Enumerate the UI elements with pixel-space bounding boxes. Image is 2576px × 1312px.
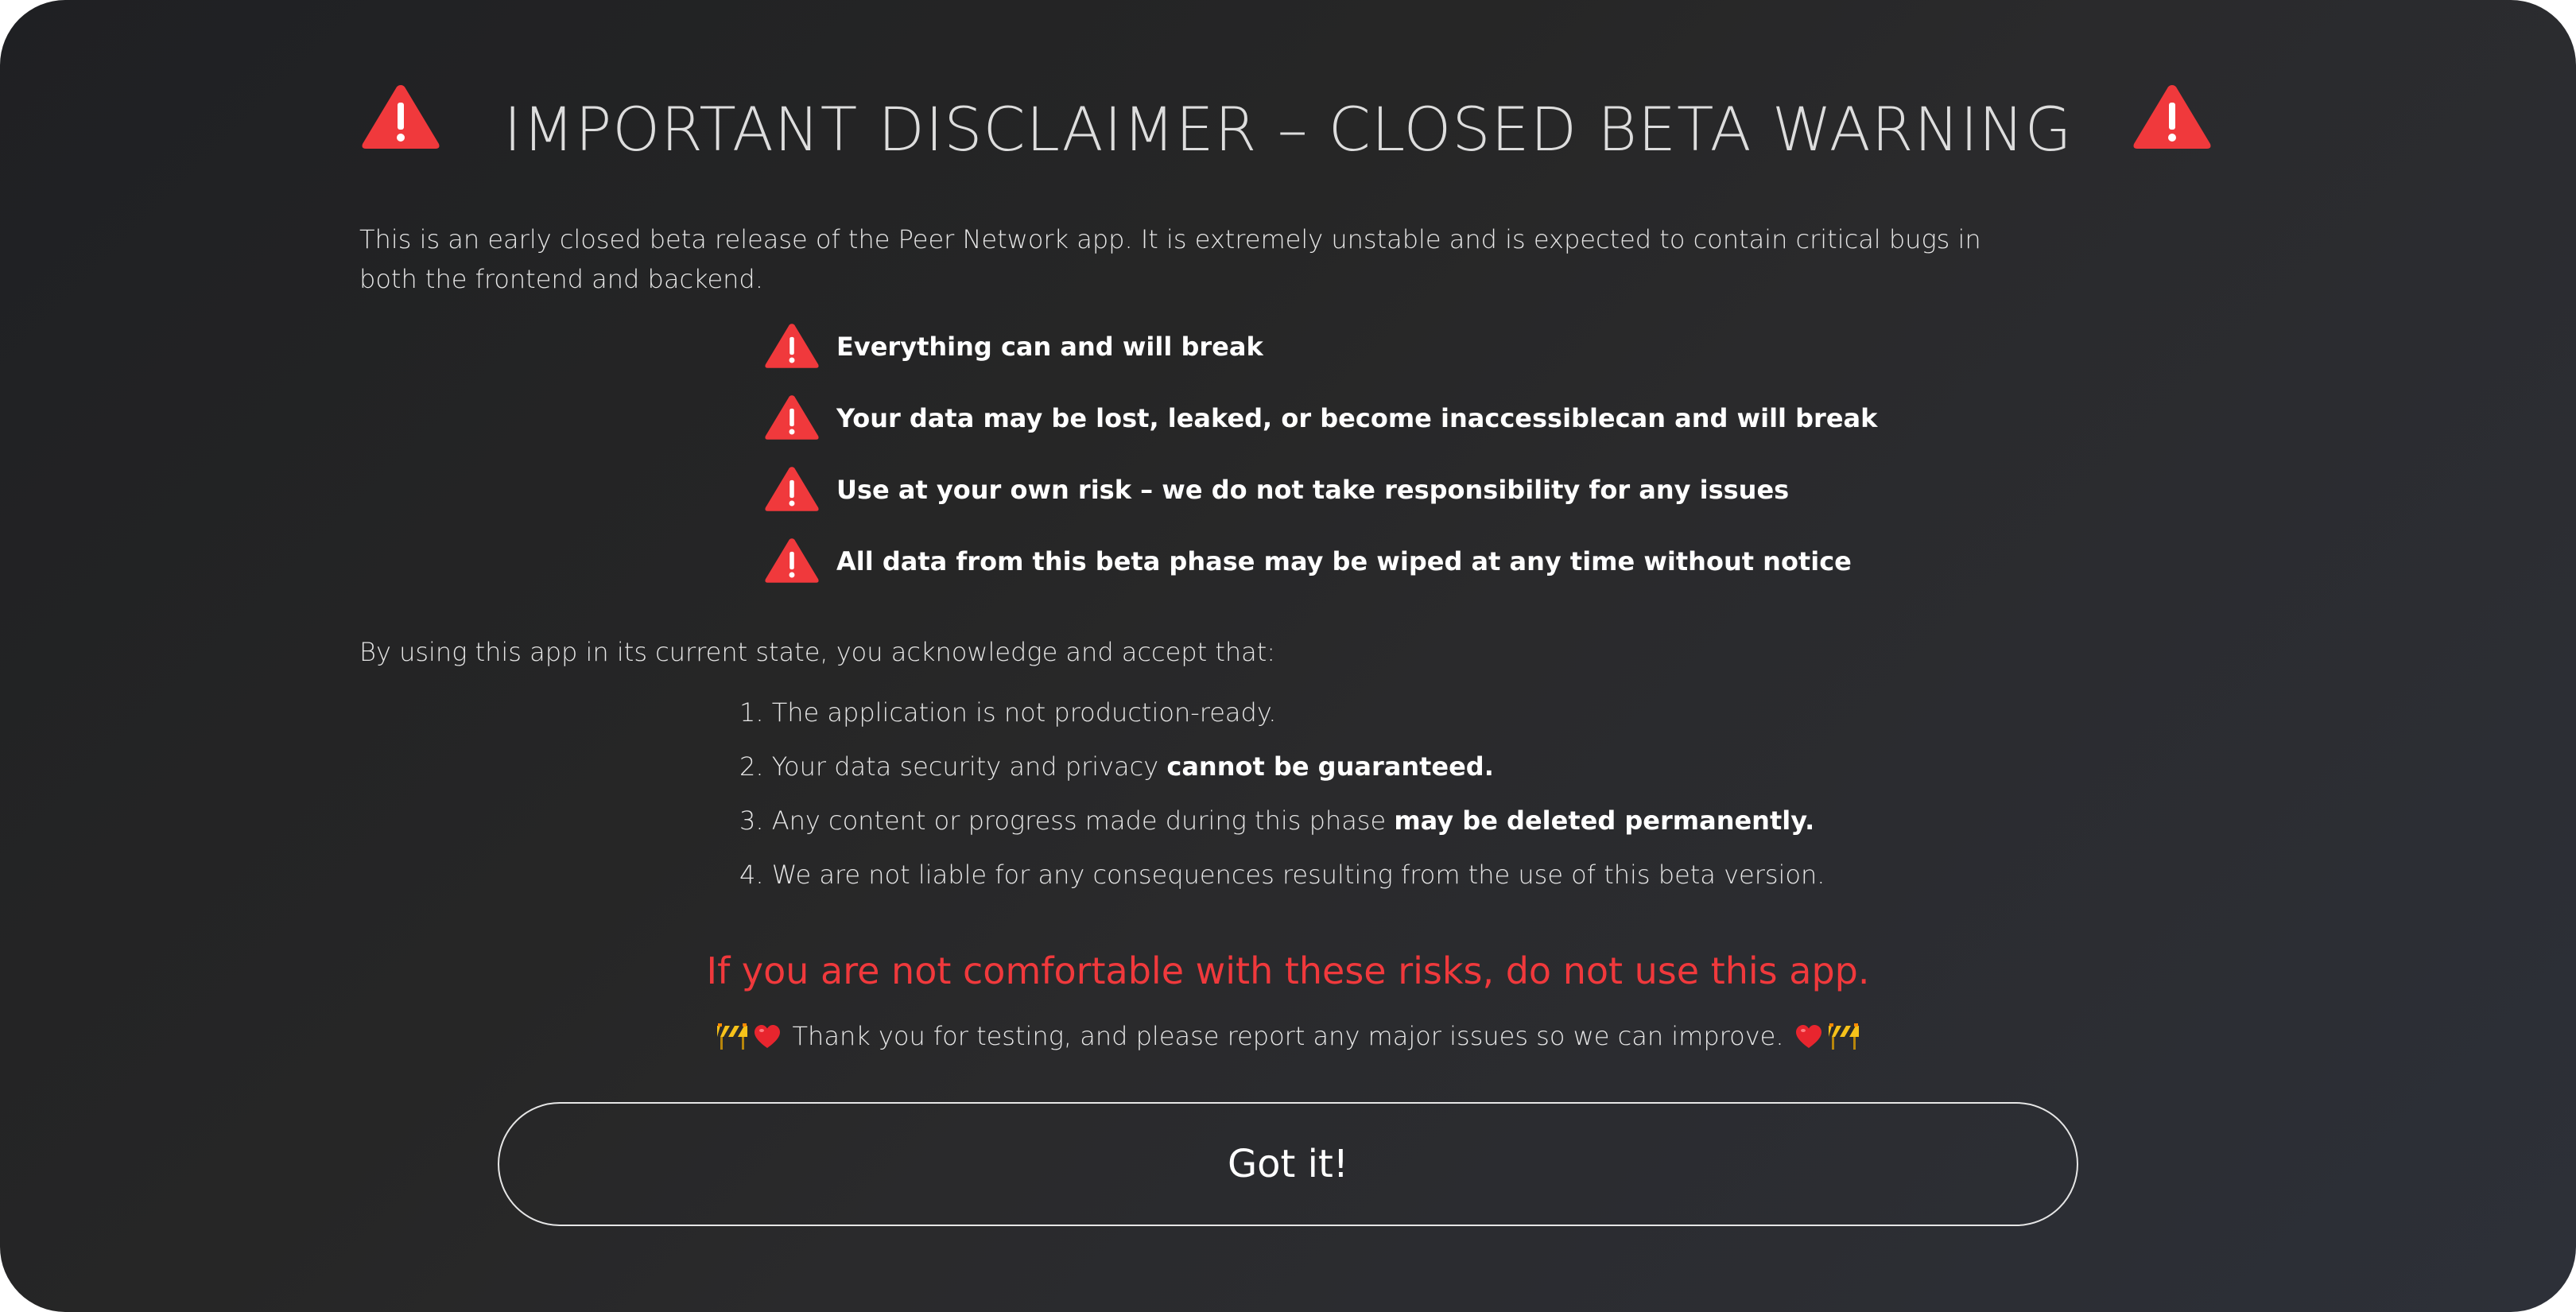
- list-item: 2. Your data security and privacy cannot…: [739, 747, 2250, 786]
- heart-icon: [755, 1025, 781, 1048]
- warning-text: Use at your own risk – we do not take re…: [836, 475, 1790, 505]
- got-it-button[interactable]: Got it!: [498, 1102, 2078, 1226]
- thanks-message: Thank you for testing, and please report…: [0, 1015, 2576, 1058]
- warning-text: All data from this beta phase may be wip…: [836, 546, 1852, 576]
- thanks-text: Thank you for testing, and please report…: [792, 1021, 1784, 1051]
- list-emphasis: cannot be guaranteed.: [1166, 751, 1494, 782]
- warning-item: Use at your own risk – we do not take re…: [763, 464, 1956, 515]
- list-number: 2.: [739, 751, 764, 782]
- list-text: The application is not production-ready.: [771, 697, 1277, 728]
- list-number: 4.: [739, 860, 764, 890]
- list-emphasis: may be deleted permanently.: [1394, 805, 1815, 836]
- warning-item: Your data may be lost, leaked, or become…: [763, 393, 1956, 444]
- list-item: 4. We are not liable for any consequence…: [739, 856, 2250, 894]
- list-number: 3.: [739, 805, 764, 836]
- list-text: Your data security and privacy: [771, 751, 1167, 782]
- acceptance-intro: By using this app in its current state, …: [359, 637, 1276, 667]
- intro-paragraph: This is an early closed beta release of …: [359, 224, 1981, 294]
- warning-text: Your data may be lost, leaked, or become…: [836, 403, 1878, 433]
- warning-icon: [2133, 85, 2211, 149]
- construction-barrier-icon: [717, 1023, 748, 1050]
- warning-icon: [362, 85, 440, 149]
- warning-icon: [765, 538, 819, 583]
- list-text: We are not liable for any consequences r…: [771, 860, 1825, 890]
- warning-item: Everything can and will break: [763, 321, 1956, 372]
- list-item: 3. Any content or progress made during t…: [739, 802, 2250, 840]
- warning-item: All data from this beta phase may be wip…: [763, 536, 1956, 587]
- warning-icon: [765, 324, 819, 368]
- warning-text: Everything can and will break: [836, 332, 1263, 362]
- list-text: Any content or progress made during this…: [771, 805, 1395, 836]
- heart-icon: [1795, 1025, 1821, 1048]
- risk-notice: If you are not comfortable with these ri…: [706, 949, 1870, 992]
- list-number: 1.: [739, 697, 764, 728]
- list-item: 1. The application is not production-rea…: [739, 693, 2250, 732]
- beta-disclaimer-dialog: IMPORTANT DISCLAIMER – CLOSED BETA WARNI…: [0, 0, 2576, 1312]
- warning-icon: [765, 395, 819, 440]
- dialog-title: IMPORTANT DISCLAIMER – CLOSED BETA WARNI…: [503, 94, 2073, 165]
- warning-icon: [765, 467, 819, 511]
- construction-barrier-icon: [1828, 1023, 1859, 1050]
